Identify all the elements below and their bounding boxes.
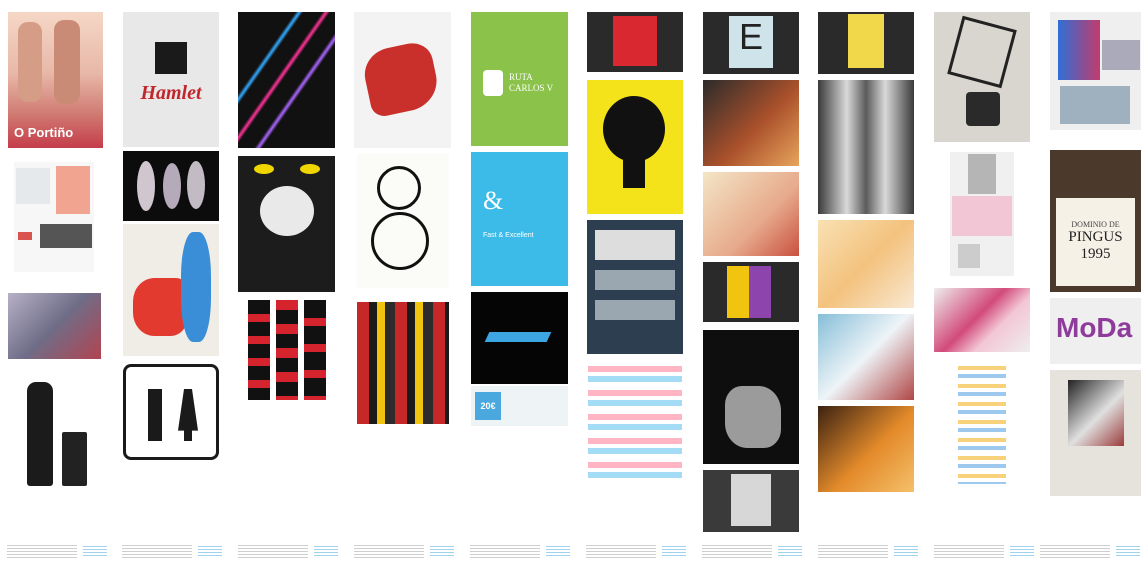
- pingus-line1: DOMINIO DE: [1071, 220, 1120, 229]
- ampersand: &: [483, 186, 504, 215]
- moda-title: MoDa: [1056, 312, 1133, 343]
- tile-wire-sculpture[interactable]: [934, 12, 1030, 142]
- tile-gallery-wall[interactable]: [1050, 370, 1141, 496]
- tile-exhibit-photos[interactable]: [1050, 12, 1141, 130]
- tile-illustration-orange[interactable]: [818, 406, 914, 492]
- tile-beer-bottle[interactable]: [20, 378, 95, 488]
- tile-illustration-blue[interactable]: [818, 314, 914, 400]
- caption-8: [818, 545, 918, 559]
- tile-purple-card[interactable]: [703, 262, 799, 322]
- tile-brochure[interactable]: [950, 152, 1014, 276]
- tile-cartoon-1[interactable]: [703, 80, 799, 166]
- caption-7: [702, 545, 802, 559]
- caption-1: [7, 545, 107, 559]
- tile-moda[interactable]: MoDa: [1050, 298, 1141, 364]
- tile-dark-logo[interactable]: [471, 292, 568, 384]
- tile-3d-type[interactable]: [354, 12, 451, 148]
- tile-shells[interactable]: [123, 151, 219, 221]
- tile-lightbulb[interactable]: [587, 80, 683, 214]
- tile-fast-excellent[interactable]: & Fast & Excellent: [471, 152, 568, 286]
- tile-movie-grid[interactable]: [357, 302, 449, 424]
- tile-eyes-poster[interactable]: [238, 156, 335, 292]
- tile-pingus-label[interactable]: DOMINIO DE PINGUS 1995: [1050, 150, 1141, 292]
- caption-2: [122, 545, 222, 559]
- tile-buttons[interactable]: [588, 362, 682, 486]
- caption-9: [934, 545, 1034, 559]
- caption-3: [238, 545, 338, 559]
- tile-digit-poster[interactable]: [357, 154, 449, 288]
- fast-excellent-label: Fast & Excellent: [483, 232, 534, 239]
- tile-twins[interactable]: [818, 80, 914, 214]
- caption-10: [1040, 545, 1140, 559]
- tile-stationery[interactable]: [14, 162, 94, 272]
- tile-laser-lines[interactable]: [238, 12, 335, 148]
- tile-red-card-hands[interactable]: [587, 12, 683, 72]
- tile-collage[interactable]: [8, 293, 101, 359]
- ruta-line1: RUTA: [509, 72, 533, 82]
- caption-5: [470, 545, 570, 559]
- tile-portino-photo[interactable]: O Portiño: [8, 12, 103, 148]
- tile-bars-series[interactable]: [244, 298, 332, 426]
- pingus-year: 1995: [1080, 246, 1111, 262]
- tile-soft-poster[interactable]: [818, 220, 914, 308]
- caption-6: [586, 545, 686, 559]
- tile-cartoon-2[interactable]: [703, 172, 799, 256]
- poster-wall: O Portiño Hamlet RUTA CARLOS V & Fast & …: [0, 0, 1141, 564]
- tile-dark-book[interactable]: [703, 330, 799, 464]
- e-letter: E: [729, 16, 773, 68]
- pingus-line2: PINGUS: [1068, 229, 1123, 245]
- tile-book-hands[interactable]: [818, 12, 914, 74]
- price-card: 20€: [475, 392, 501, 420]
- caption-4: [354, 545, 454, 559]
- tile-restroom-sign[interactable]: [123, 364, 219, 460]
- tile-booklet[interactable]: [703, 470, 799, 532]
- tile-pink-figure[interactable]: [934, 288, 1030, 352]
- tile-cards[interactable]: 20€: [471, 386, 568, 426]
- hamlet-title: Hamlet: [140, 82, 202, 104]
- tile-infographic[interactable]: [958, 360, 1006, 484]
- tile-ruta-carlos[interactable]: RUTA CARLOS V: [471, 12, 568, 146]
- tile-e-card[interactable]: E: [703, 12, 799, 74]
- tile-2009-poster[interactable]: [123, 224, 219, 356]
- portino-title: O Portiño: [14, 125, 74, 140]
- ruta-line2: CARLOS V: [509, 83, 554, 93]
- tile-hamlet[interactable]: Hamlet: [123, 12, 219, 147]
- tile-web-layout[interactable]: [587, 220, 683, 354]
